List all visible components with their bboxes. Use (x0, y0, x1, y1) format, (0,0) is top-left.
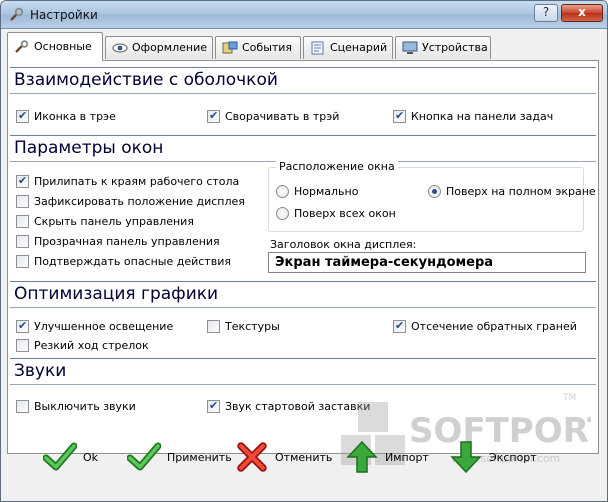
radio-label: Поверх всех окон (294, 207, 396, 220)
checkbox-box[interactable] (16, 235, 29, 248)
checkbox-label: Выключить звуки (34, 400, 136, 413)
arrow-up-icon (346, 440, 378, 473)
checkbox-box[interactable] (393, 109, 406, 123)
checkbox-label: Подтверждать опасные действия (34, 255, 231, 268)
title-bar[interactable]: Настройки ? x (1, 1, 607, 29)
display-title-label: Заголовок окна дисплея: (270, 238, 417, 251)
checkbox-snap-to-edges[interactable]: Прилипать к краям рабочего стола (16, 174, 256, 190)
tab-script[interactable]: Сценарий (303, 36, 393, 59)
radio-position-normal[interactable]: Нормально (276, 184, 416, 200)
close-button[interactable]: x (561, 4, 603, 22)
checkbox-transparent-control-panel[interactable]: Прозрачная панель управления (16, 234, 256, 250)
tab-label: Оформление (132, 41, 207, 54)
dialog-body: Основные Оформление События Сценарий Уст… (1, 30, 607, 501)
checkbox-textures[interactable]: Текстуры (207, 319, 327, 335)
section-title-shell: Взаимодействие с оболочкой (14, 70, 278, 90)
tab-events[interactable]: События (215, 36, 301, 59)
checkbox-confirm-dangerous-actions[interactable]: Подтверждать опасные действия (16, 254, 256, 270)
radio-dot[interactable] (276, 207, 289, 220)
radio-dot[interactable] (428, 185, 441, 198)
checkbox-label: Кнопка на панели задач (411, 110, 554, 123)
radio-label: Нормально (294, 185, 359, 198)
tab-label: Сценарий (330, 41, 388, 54)
apply-label: Применить (167, 451, 232, 464)
checkbox-sharp-hand-movement[interactable]: Резкий ход стрелок (16, 338, 196, 354)
radio-label: Поверх на полном экране (446, 185, 596, 198)
checkbox-box[interactable] (16, 109, 29, 123)
section-title-sounds: Звуки (14, 361, 67, 381)
section-divider (10, 93, 596, 94)
tab-label: Основные (34, 40, 92, 53)
import-label: Импорт (385, 451, 429, 464)
checkbox-box[interactable] (16, 339, 29, 352)
export-label: Экспорт (489, 451, 537, 464)
tab-appearance[interactable]: Оформление (105, 36, 213, 59)
checkbox-hide-control-panel[interactable]: Скрыть панель управления (16, 214, 256, 230)
watermark-mark: TM (562, 393, 576, 403)
tab-label: События (242, 41, 293, 54)
tab-label: Устройства (422, 41, 488, 54)
cancel-label: Отменить (275, 451, 333, 464)
radio-position-fullscreen-top[interactable]: Поверх на полном экране (428, 184, 596, 200)
checkbox-taskbar-button[interactable]: Кнопка на панели задач (393, 109, 593, 125)
cancel-button[interactable]: Отменить (235, 440, 335, 476)
devices-icon (402, 41, 418, 54)
checkbox-label: Зафиксировать положение дисплея (34, 195, 245, 208)
checkbox-minimize-to-tray[interactable]: Сворачивать в трэй (207, 109, 387, 125)
checkbox-tray-icon[interactable]: Иконка в трэе (16, 109, 196, 125)
checkbox-box[interactable] (207, 399, 220, 413)
checkbox-box[interactable] (16, 174, 29, 188)
checkbox-box[interactable] (393, 319, 406, 333)
export-button[interactable]: Экспорт (449, 440, 539, 476)
checkbox-label: Улучшенное освещение (34, 320, 174, 333)
checkbox-box[interactable] (16, 400, 29, 413)
checkbox-box[interactable] (16, 215, 29, 228)
checkbox-label: Прозрачная панель управления (34, 235, 220, 248)
green-check-icon (43, 442, 77, 471)
script-icon (311, 41, 324, 55)
section-divider (10, 307, 596, 308)
settings-window: Настройки ? x Основные Оформление Событи… (0, 0, 608, 502)
help-button[interactable]: ? (534, 4, 558, 22)
events-icon (222, 41, 238, 54)
checkbox-box[interactable] (207, 109, 220, 123)
tab-devices[interactable]: Устройства (395, 36, 491, 59)
red-x-icon (237, 442, 267, 472)
section-title-graphics: Оптимизация графики (14, 284, 219, 304)
checkbox-backface-culling[interactable]: Отсечение обратных граней (393, 319, 593, 335)
checkbox-label: Иконка в трэе (34, 110, 116, 123)
checkbox-mute-sounds[interactable]: Выключить звуки (16, 399, 196, 415)
section-divider (10, 358, 596, 359)
wrench-icon (15, 40, 29, 53)
ok-label: Ok (83, 451, 99, 464)
display-title-input[interactable] (268, 252, 586, 273)
window-title: Настройки (30, 8, 98, 22)
import-button[interactable]: Импорт (345, 440, 435, 476)
arrow-down-icon (450, 441, 482, 474)
checkbox-label: Отсечение обратных граней (411, 320, 577, 333)
checkbox-box[interactable] (16, 255, 29, 268)
checkbox-label: Сворачивать в трэй (225, 110, 340, 123)
tab-general[interactable]: Основные (7, 32, 103, 61)
checkbox-label: Текстуры (225, 320, 280, 333)
checkbox-box[interactable] (16, 319, 29, 333)
checkbox-improved-lighting[interactable]: Улучшенное освещение (16, 319, 196, 335)
green-check-icon (127, 442, 161, 471)
checkbox-box[interactable] (16, 195, 29, 208)
radio-position-always-on-top[interactable]: Поверх всех окон (276, 206, 436, 222)
apply-button[interactable]: Применить (127, 440, 232, 476)
section-title-window-params: Параметры окон (14, 138, 164, 158)
checkbox-label: Резкий ход стрелок (34, 339, 149, 352)
checkbox-lock-display-position[interactable]: Зафиксировать положение дисплея (16, 194, 256, 210)
checkbox-label: Скрыть панель управления (34, 215, 194, 228)
eye-icon (112, 43, 128, 53)
checkbox-label: Прилипать к краям рабочего стола (34, 175, 240, 188)
wrench-app-icon (10, 7, 24, 21)
window-position-group-title: Расположение окна (276, 160, 398, 173)
checkbox-box[interactable] (207, 320, 220, 333)
radio-dot[interactable] (276, 185, 289, 198)
ok-button[interactable]: Ok (43, 440, 113, 476)
